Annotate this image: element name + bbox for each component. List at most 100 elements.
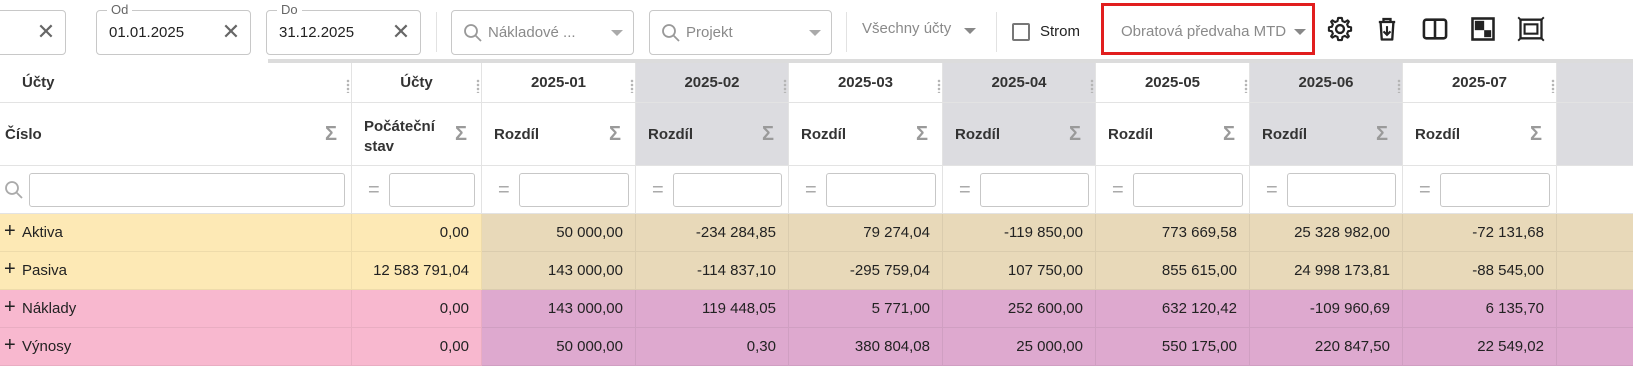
sum-icon[interactable]: Σ (325, 123, 337, 146)
column-header-diff-05[interactable]: Rozdíl Σ (1096, 103, 1250, 166)
column-resize-handle[interactable] (1551, 79, 1555, 93)
fit-columns-icon[interactable] (1517, 15, 1545, 43)
group-header-accounts-2[interactable]: Účty (352, 63, 482, 103)
cell-value: 0,00 (439, 338, 469, 355)
difference-cell: 107 750,00 (943, 252, 1096, 290)
equals-icon[interactable]: = (805, 180, 817, 200)
expand-icon[interactable]: + (4, 220, 16, 242)
column-header-diff-03[interactable]: Rozdíl Σ (789, 103, 943, 166)
difference-cell: 773 669,58 (1096, 214, 1250, 252)
column-header-diff-02[interactable]: Rozdíl Σ (636, 103, 789, 166)
difference-cell: -88 545,00 (1403, 252, 1557, 290)
tree-checkbox[interactable] (1012, 23, 1030, 41)
gear-icon[interactable] (1326, 15, 1354, 43)
clear-icon[interactable]: ✕ (35, 21, 57, 43)
column-header-diff-04[interactable]: Rozdíl Σ (943, 103, 1096, 166)
expand-icon[interactable]: + (4, 296, 16, 318)
filter-input[interactable] (673, 173, 782, 207)
report-type-select[interactable]: Obratová předvaha MTD (1101, 3, 1315, 55)
column-resize-handle[interactable] (476, 79, 480, 93)
group-header-2025-05[interactable]: 2025-05 (1096, 63, 1250, 103)
column-resize-handle[interactable] (1244, 79, 1248, 93)
column-resize-handle[interactable] (937, 79, 941, 93)
date-from-field[interactable]: Od 01.01.2025 ✕ (96, 2, 251, 55)
filter-input[interactable] (980, 173, 1089, 207)
column-header-diff-07[interactable]: Rozdíl Σ (1403, 103, 1557, 166)
difference-cell: 24 998 173,81 (1250, 252, 1403, 290)
equals-icon[interactable]: = (959, 180, 971, 200)
filter-cell-03: = (789, 166, 943, 214)
opening-balance-cell: 0,00 (352, 290, 482, 328)
sum-icon[interactable]: Σ (1223, 123, 1235, 146)
layout-icon[interactable] (1469, 15, 1497, 43)
expand-icon[interactable]: + (4, 258, 16, 280)
accounts-filter-select[interactable]: Všechny účty (862, 20, 951, 37)
group-header-2025-04[interactable]: 2025-04 (943, 63, 1096, 103)
filter-input-number[interactable] (29, 173, 345, 207)
date-from-value[interactable]: 01.01.2025 (109, 24, 184, 41)
filter-input[interactable] (826, 173, 936, 207)
group-header-2025-06[interactable]: 2025-06 (1250, 63, 1403, 103)
cell-value: 220 847,50 (1314, 338, 1390, 355)
equals-icon[interactable]: = (498, 180, 510, 200)
equals-icon[interactable]: = (1419, 180, 1431, 200)
opening-balance-cell: 0,00 (352, 328, 482, 366)
sum-icon[interactable]: Σ (455, 123, 467, 146)
clear-to-icon[interactable]: ✕ (390, 21, 412, 43)
column-header-opening[interactable]: Počáteční stav Σ (352, 103, 482, 166)
equals-icon[interactable]: = (368, 180, 380, 200)
search-icon (662, 24, 680, 42)
filter-cell-number (0, 166, 352, 214)
search-icon (464, 24, 482, 42)
table-row[interactable]: + Aktiva 0,00 50 000,00 -234 284,85 79 274,04… (0, 214, 1633, 252)
delete-columns-icon[interactable] (1373, 15, 1401, 43)
column-header-overflow (1557, 103, 1633, 166)
table-row[interactable]: + Výnosy 0,00 50 000,00 0,30 380 804,08 25 000… (0, 328, 1633, 366)
cell-value: 0,30 (746, 338, 776, 355)
filter-input[interactable] (1133, 173, 1243, 207)
column-resize-handle[interactable] (783, 79, 787, 93)
group-header-2025-07[interactable]: 2025-07 (1403, 63, 1557, 103)
group-header-2025-01[interactable]: 2025-01 (482, 63, 636, 103)
sum-icon[interactable]: Σ (762, 123, 774, 146)
filter-input[interactable] (1287, 173, 1396, 207)
equals-icon[interactable]: = (652, 180, 664, 200)
column-resize-handle[interactable] (1397, 79, 1401, 93)
split-view-icon[interactable] (1421, 15, 1449, 43)
column-header-diff-06[interactable]: Rozdíl Σ (1250, 103, 1403, 166)
sum-icon[interactable]: Σ (916, 123, 928, 146)
table-row[interactable]: + Náklady 0,00 143 000,00 119 448,05 5 771,00… (0, 290, 1633, 328)
table-row[interactable]: + Pasiva 12 583 791,04 143 000,00 -114 837,1… (0, 252, 1633, 290)
column-header-number[interactable]: Číslo Σ (0, 103, 352, 166)
column-resize-handle[interactable] (630, 79, 634, 93)
group-header-accounts[interactable]: Účty (0, 63, 352, 103)
filter-cell-07: = (1403, 166, 1557, 214)
filter-input[interactable] (519, 173, 629, 207)
filter-input[interactable] (389, 173, 475, 207)
partial-filter-field[interactable]: ✕ (0, 10, 66, 55)
equals-icon[interactable]: = (1266, 180, 1278, 200)
sum-icon[interactable]: Σ (1376, 123, 1388, 146)
filter-input[interactable] (1440, 173, 1550, 207)
cell-value: 0,00 (439, 300, 469, 317)
clear-from-icon[interactable]: ✕ (220, 21, 242, 43)
expand-icon[interactable]: + (4, 334, 16, 356)
sum-icon[interactable]: Σ (1530, 123, 1542, 146)
difference-cell: 50 000,00 (482, 328, 636, 366)
cost-center-select[interactable]: Nákladové ... (451, 10, 634, 55)
column-header-diff-01[interactable]: Rozdíl Σ (482, 103, 636, 166)
group-header-2025-02[interactable]: 2025-02 (636, 63, 789, 103)
project-select[interactable]: Projekt (649, 10, 832, 55)
opening-balance-cell: 12 583 791,04 (352, 252, 482, 290)
equals-icon[interactable]: = (1112, 180, 1124, 200)
account-label: Aktiva (22, 224, 63, 241)
group-header-2025-03[interactable]: 2025-03 (789, 63, 943, 103)
date-to-field[interactable]: Do 31.12.2025 ✕ (266, 2, 421, 55)
column-resize-handle[interactable] (1090, 79, 1094, 93)
column-resize-handle[interactable] (346, 79, 350, 93)
sum-icon[interactable]: Σ (1069, 123, 1081, 146)
date-to-value[interactable]: 31.12.2025 (279, 24, 354, 41)
sum-icon[interactable]: Σ (609, 123, 621, 146)
cell-value: 24 998 173,81 (1294, 262, 1390, 279)
difference-cell: -234 284,85 (636, 214, 789, 252)
